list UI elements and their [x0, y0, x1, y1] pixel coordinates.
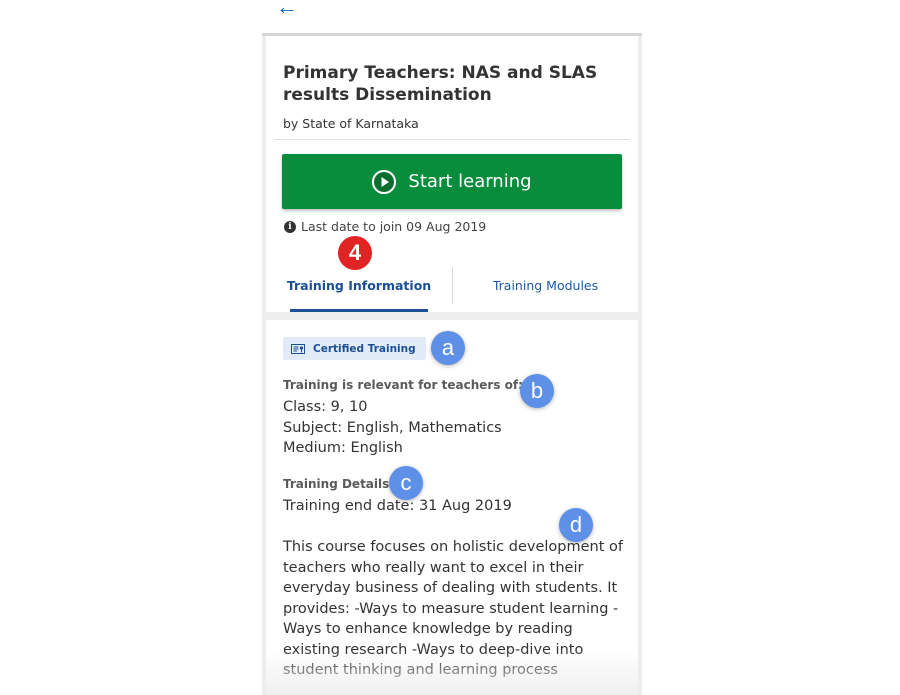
course-tabs: Training Information Training Modules: [266, 259, 638, 312]
enrollment-deadline: i Last date to join 09 Aug 2019: [284, 219, 486, 234]
active-tab-indicator: [290, 309, 428, 312]
course-title: Primary Teachers: NAS and SLAS results D…: [283, 63, 598, 105]
arrow-left-icon: ←: [276, 0, 298, 19]
header-divider-line: [274, 139, 630, 140]
medium-line: Medium: English: [283, 440, 403, 456]
course-organization: by State of Karnataka: [283, 116, 419, 131]
tab-training-modules[interactable]: Training Modules: [453, 259, 638, 312]
scroll-fade: [266, 650, 638, 695]
training-details-heading: Training Details: [283, 477, 390, 491]
callout-marker-d: d: [559, 508, 593, 542]
certified-training-badge: Certified Training: [283, 337, 426, 360]
certificate-icon: [291, 343, 305, 354]
callout-marker-a: a: [431, 331, 465, 365]
subject-line: Subject: English, Mathematics: [283, 420, 502, 436]
play-icon: [372, 169, 397, 194]
info-icon: i: [284, 220, 296, 233]
callout-marker-c: c: [389, 466, 423, 500]
relevance-heading: Training is relevant for teachers of:: [283, 378, 523, 392]
back-button[interactable]: ←: [276, 0, 300, 19]
step-marker-4: 4: [338, 236, 372, 270]
last-date-text: Last date to join 09 Aug 2019: [301, 219, 487, 234]
class-line: Class: 9, 10: [283, 399, 368, 415]
start-learning-button[interactable]: Start learning: [282, 154, 622, 209]
start-learning-label: Start learning: [408, 171, 532, 192]
course-header-card: Primary Teachers: NAS and SLAS results D…: [266, 36, 638, 282]
end-date-line: Training end date: 31 Aug 2019: [283, 498, 512, 514]
callout-marker-b: b: [520, 374, 554, 408]
certified-training-label: Certified Training: [313, 342, 416, 355]
training-details-card: Certified Training Training is relevant …: [266, 320, 638, 695]
